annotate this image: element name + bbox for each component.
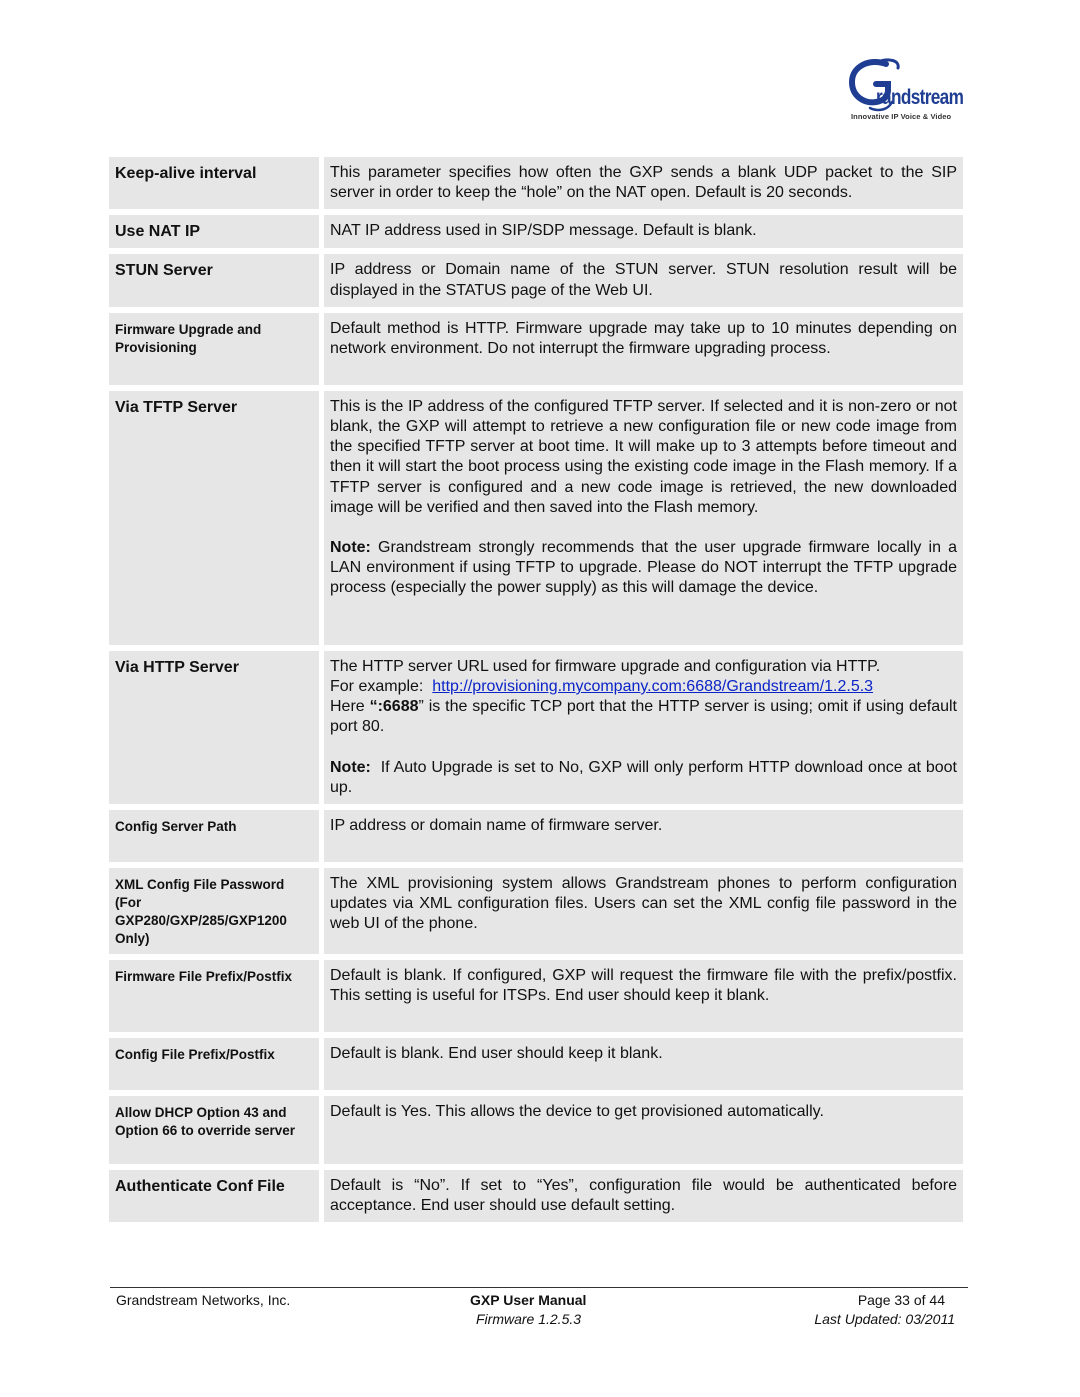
table-row: Firmware Upgrade and Provisioning Defaul…	[109, 312, 963, 385]
logo-wordmark: randstream	[876, 86, 964, 109]
table-row: STUN Server IP address or Domain name of…	[109, 254, 963, 307]
param-name: Firmware Upgrade and Provisioning	[109, 312, 324, 385]
param-description: The XML provisioning system allows Grand…	[324, 868, 963, 955]
note-label: Note:	[330, 758, 371, 776]
param-description: IP address or domain name of firmware se…	[324, 810, 963, 863]
footer-page-info: Page 33 of 44 Last Updated: 03/2011	[790, 1291, 955, 1329]
table-row: Via HTTP Server The HTTP server URL used…	[109, 650, 963, 805]
param-name: Use NAT IP	[109, 215, 324, 249]
table-row: XML Config File Password (For GXP280/GXP…	[109, 868, 963, 955]
http-line-1: The HTTP server URL used for firmware up…	[330, 657, 881, 675]
note-text: Grandstream strongly recommends that the…	[330, 539, 957, 597]
param-name: Authenticate Conf File	[109, 1170, 324, 1223]
param-description: The HTTP server URL used for firmware up…	[324, 650, 963, 805]
param-name: Allow DHCP Option 43 and Option 66 to ov…	[109, 1096, 324, 1165]
param-name: Keep-alive interval	[109, 157, 324, 210]
parameter-table: Keep-alive interval This parameter speci…	[109, 151, 963, 1228]
param-description: This parameter specifies how often the G…	[324, 157, 963, 210]
logo-tagline: Innovative IP Voice & Video	[851, 112, 952, 121]
param-description: This is the IP address of the configured…	[324, 390, 963, 645]
param-description: Default is blank. If configured, GXP wil…	[324, 960, 963, 1033]
table-row: Config File Prefix/Postfix Default is bl…	[109, 1038, 963, 1091]
here-suffix: ” is the specific TCP port that the HTTP…	[330, 698, 958, 736]
description-text: Default is blank. If configured, GXP wil…	[330, 967, 957, 1005]
param-description: Default is “No”. If set to “Yes”, config…	[324, 1170, 963, 1223]
table-row: Firmware File Prefix/Postfix Default is …	[109, 960, 963, 1033]
table-row: Config Server Path IP address or domain …	[109, 810, 963, 863]
here-prefix: Here	[330, 698, 370, 716]
param-name: STUN Server	[109, 254, 324, 307]
description-text: The HTTP server URL used for firmware up…	[330, 657, 957, 738]
example-label: For example:	[330, 678, 433, 696]
param-description: Default method is HTTP. Firmware upgrade…	[324, 312, 963, 385]
description-text: Default method is HTTP. Firmware upgrade…	[330, 319, 957, 358]
description-text: This parameter specifies how often the G…	[330, 164, 957, 202]
table-row: Via TFTP Server This is the IP address o…	[109, 390, 963, 645]
note-text: If Auto Upgrade is set to No, GXP will o…	[330, 758, 962, 796]
param-description: Default is Yes. This allows the device t…	[324, 1096, 963, 1165]
param-name: Via TFTP Server	[109, 390, 324, 645]
table-row: Keep-alive interval This parameter speci…	[109, 157, 963, 210]
param-name: XML Config File Password (For GXP280/GXP…	[109, 868, 324, 955]
description-text: This is the IP address of the configured…	[330, 397, 957, 516]
footer-manual-title: GXP User Manual	[470, 1292, 587, 1308]
footer-last-updated: Last Updated: 03/2011	[814, 1311, 955, 1327]
param-name: Config File Prefix/Postfix	[109, 1038, 324, 1091]
param-description: NAT IP address used in SIP/SDP message. …	[324, 215, 963, 249]
grandstream-logo: randstream Innovative IP Voice & Video	[848, 56, 964, 124]
footer-company: Grandstream Networks, Inc.	[116, 1292, 291, 1308]
example-url-link[interactable]: http://provisioning.mycompany.com:6688/G…	[432, 678, 873, 695]
description-text: Default is blank. End user should keep i…	[330, 1045, 663, 1063]
description-text: Default is “No”. If set to “Yes”, config…	[330, 1177, 957, 1215]
param-name: Config Server Path	[109, 810, 324, 863]
note-paragraph: Note: If Auto Upgrade is set to No, GXP …	[330, 758, 957, 798]
description-text: IP address or Domain name of the STUN se…	[330, 261, 957, 299]
footer-divider	[110, 1287, 968, 1288]
table-row: Use NAT IP NAT IP address used in SIP/SD…	[109, 215, 963, 249]
description-text: NAT IP address used in SIP/SDP message. …	[330, 222, 757, 240]
description-text: IP address or domain name of firmware se…	[330, 817, 663, 835]
footer-manual: GXP User Manual Firmware 1.2.5.3	[470, 1291, 670, 1329]
table-row: Authenticate Conf File Default is “No”. …	[109, 1170, 963, 1223]
note-label: Note:	[330, 539, 371, 557]
param-description: Default is blank. End user should keep i…	[324, 1038, 963, 1091]
param-description: IP address or Domain name of the STUN se…	[324, 254, 963, 307]
param-name: Firmware File Prefix/Postfix	[109, 960, 324, 1033]
port-bold: “:6688	[369, 698, 419, 716]
description-text: Default is Yes. This allows the device t…	[330, 1103, 824, 1121]
footer-page-number: Page 33 of 44	[857, 1292, 945, 1308]
note-paragraph: Note: Grandstream strongly recommends th…	[330, 538, 957, 599]
footer-firmware: Firmware 1.2.5.3	[476, 1311, 582, 1327]
description-text: The XML provisioning system allows Grand…	[330, 875, 957, 933]
param-name: Via HTTP Server	[109, 650, 324, 805]
table-row: Allow DHCP Option 43 and Option 66 to ov…	[109, 1096, 963, 1165]
